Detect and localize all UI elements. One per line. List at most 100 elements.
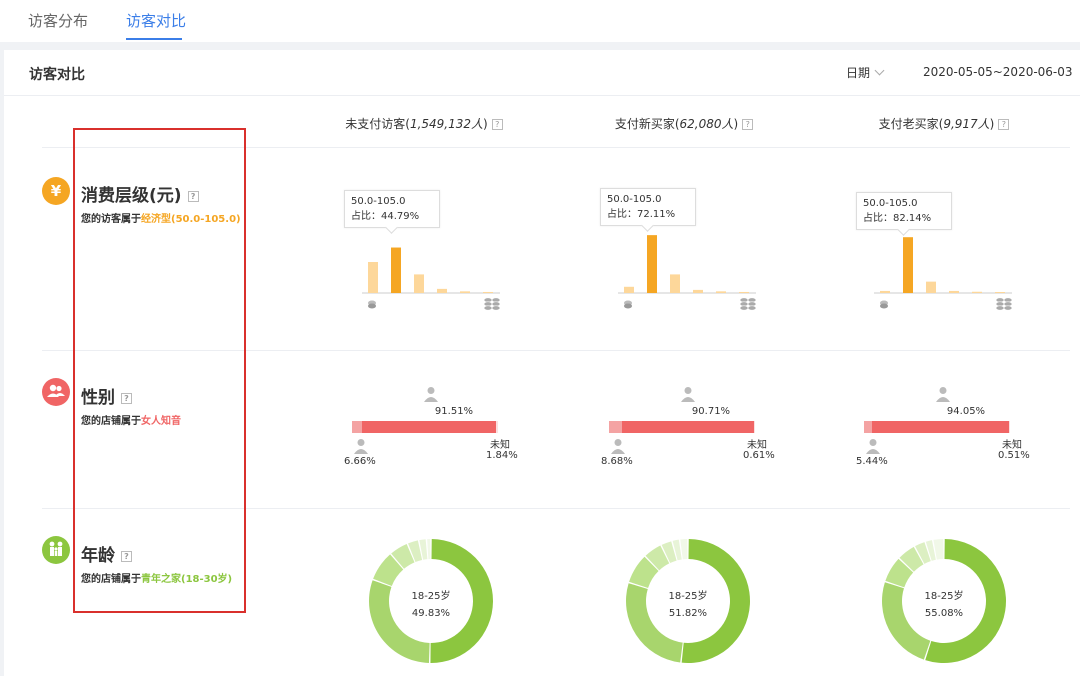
desc-prefix: 您的店铺属于 <box>81 416 141 427</box>
bar <box>716 291 726 293</box>
section-title-text: 性别 <box>81 388 115 408</box>
male-icon <box>866 439 880 454</box>
section-title-age: 年龄? <box>81 541 132 566</box>
date-dropdown[interactable]: 日期 <box>846 64 885 81</box>
gender-block-old: 94.05% 未知 5.44% 0.51% <box>856 378 1080 478</box>
divider <box>42 350 1070 351</box>
bar <box>483 291 493 293</box>
bar-chart-svg <box>874 237 1013 311</box>
male-share: 6.66% <box>344 456 376 467</box>
age-share: 51.82% <box>668 608 708 619</box>
unknown-bar <box>496 421 498 433</box>
age-group: 18-25岁 <box>668 591 708 602</box>
comparison-card: 访客对比 日期 2020-05-05~2020-06-03 未支付访客(1,54… <box>4 50 1080 676</box>
male-icon <box>354 439 368 454</box>
female-share: 94.05% <box>946 406 986 417</box>
card-header: 访客对比 日期 2020-05-05~2020-06-03 <box>4 50 1080 96</box>
bar <box>693 289 703 293</box>
coins-stack-icon <box>483 297 501 311</box>
unknown-share: 0.61% <box>743 450 775 461</box>
family-icon <box>42 536 70 564</box>
column-count: 9,917人 <box>943 117 990 131</box>
tab-visitor-comparison[interactable]: 访客对比 <box>126 10 186 31</box>
coin-icon <box>368 300 376 309</box>
consumption-chart-unpaid: 50.0-105.0 占比：44.79% <box>344 186 574 316</box>
bar <box>647 235 657 293</box>
column-label: 未支付访客( <box>345 117 410 131</box>
date-label: 日期 <box>846 66 871 80</box>
age-share: 49.83% <box>411 608 451 619</box>
help-icon[interactable]: ? <box>742 119 754 130</box>
female-icon <box>424 387 438 402</box>
column-header-unpaid: 未支付访客(1,549,132人)? <box>314 115 534 132</box>
consumption-chart-new: 50.0-105.0 占比：72.11% <box>600 186 830 316</box>
bar <box>995 292 1005 293</box>
unknown-label: 未知 <box>1002 440 1022 451</box>
help-icon[interactable]: ? <box>121 550 132 562</box>
age-donut-new: 18-25岁 51.82% <box>623 536 753 666</box>
age-donut-old: 18-25岁 55.08% <box>879 536 1009 666</box>
unknown-share: 0.51% <box>998 450 1030 461</box>
unknown-share: 1.84% <box>486 450 518 461</box>
bar <box>670 274 680 293</box>
section-title-gender: 性别? <box>81 383 132 408</box>
column-count: 62,080人 <box>679 117 734 131</box>
column-label: 支付老买家( <box>878 117 944 131</box>
section-desc-age: 您的店铺属于青年之家(18-30岁) <box>81 570 232 585</box>
female-bar <box>622 421 754 433</box>
column-count: 1,549,132人 <box>409 117 484 131</box>
column-close: ) <box>733 117 739 131</box>
bar <box>949 290 959 293</box>
bar <box>880 290 890 293</box>
donut-slice <box>427 539 431 560</box>
section-desc-consumption: 您的访客属于经济型(50.0-105.0) <box>81 210 241 225</box>
people-icon <box>42 378 70 406</box>
section-desc-gender: 您的店铺属于女人知音 <box>81 412 181 427</box>
coins-stack-icon <box>739 297 757 311</box>
bar-chart-svg <box>362 247 501 311</box>
help-icon[interactable]: ? <box>491 119 503 130</box>
help-icon[interactable]: ? <box>998 119 1010 130</box>
chevron-down-icon <box>874 65 885 76</box>
bar <box>903 237 913 293</box>
desc-prefix: 您的访客属于 <box>81 214 141 225</box>
bar <box>624 286 634 293</box>
page-title: 访客对比 <box>29 67 85 83</box>
column-header-new-buyers: 支付新买家(62,080人)? <box>574 115 794 132</box>
desc-highlight: 经济型(50.0-105.0) <box>141 214 241 225</box>
donut-slice <box>680 539 688 560</box>
section-title-consumption: 消费层级(元)? <box>81 181 199 206</box>
male-share: 5.44% <box>856 456 888 467</box>
gender-block-unpaid: 91.51% 未知 6.66% 1.84% <box>344 378 574 478</box>
desc-highlight: 女人知音 <box>141 416 181 427</box>
bar <box>460 291 470 293</box>
bar <box>391 247 401 293</box>
unknown-bar <box>754 421 755 433</box>
unknown-label: 未知 <box>747 440 767 451</box>
unknown-bar <box>1009 421 1010 433</box>
gender-block-new: 90.71% 未知 8.68% 0.61% <box>601 378 831 478</box>
bar <box>437 288 447 293</box>
bar <box>414 274 424 293</box>
age-share: 55.08% <box>924 608 964 619</box>
help-icon[interactable]: ? <box>121 392 132 404</box>
section-title-text: 消费层级(元) <box>81 186 182 206</box>
bar <box>926 281 936 293</box>
coins-stack-icon <box>995 297 1013 311</box>
female-icon <box>681 387 695 402</box>
bar-chart-svg <box>618 235 757 311</box>
tab-visitor-distribution[interactable]: 访客分布 <box>28 10 88 31</box>
female-bar <box>872 421 1009 433</box>
section-title-text: 年龄 <box>81 546 115 566</box>
coin-icon <box>624 300 632 309</box>
male-share: 8.68% <box>601 456 633 467</box>
age-group: 18-25岁 <box>411 591 451 602</box>
column-close: ) <box>483 117 488 131</box>
help-icon[interactable]: ? <box>187 190 199 202</box>
desc-highlight: 青年之家(18-30岁) <box>141 574 233 585</box>
bar <box>972 291 982 293</box>
coin-icon <box>880 300 888 309</box>
age-donut-unpaid: 18-25岁 49.83% <box>366 536 496 666</box>
column-close: ) <box>989 117 995 131</box>
date-range: 2020-05-05~2020-06-03 <box>923 65 1073 79</box>
